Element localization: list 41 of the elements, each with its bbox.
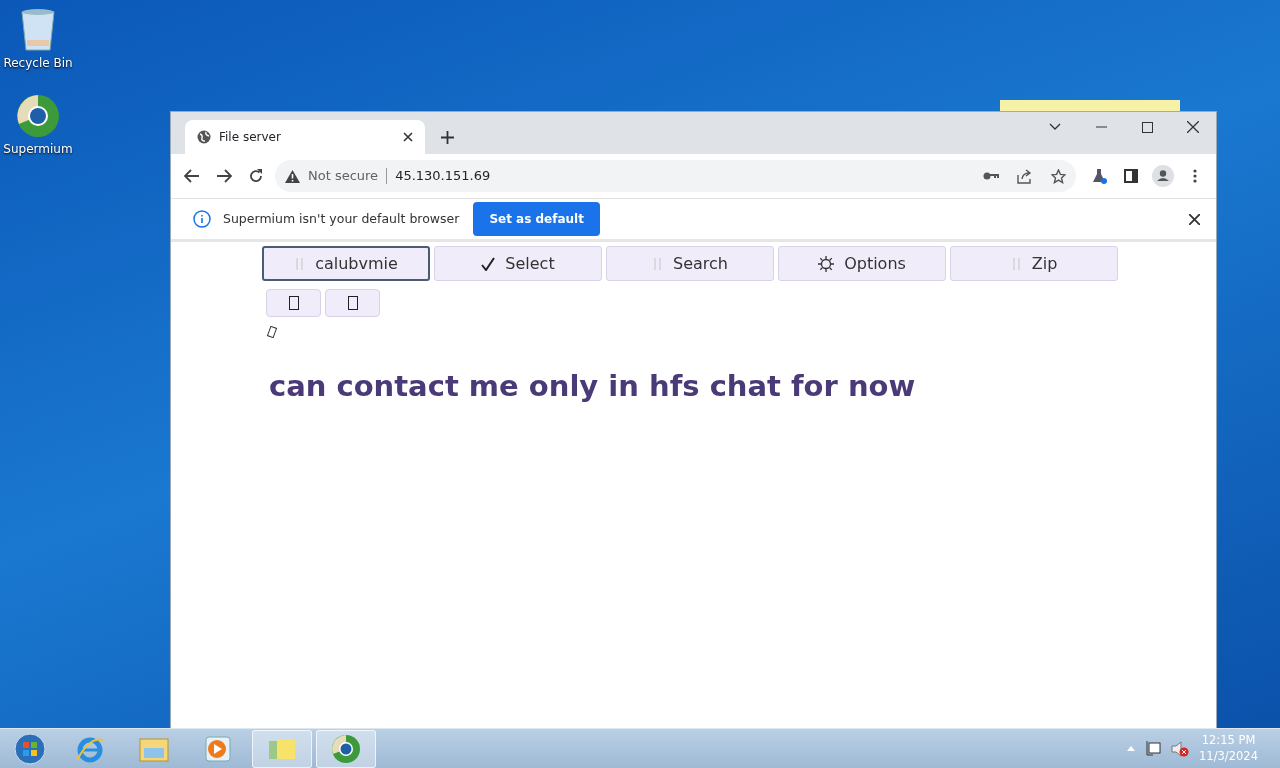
icon-button[interactable] <box>266 289 321 317</box>
address-bar[interactable]: Not secure 45.130.151.69 <box>275 160 1076 192</box>
toolbar-button[interactable]: calubvmie <box>262 246 430 281</box>
browser-tab[interactable]: File server <box>185 120 425 154</box>
toolbar-button[interactable]: Options <box>778 246 946 281</box>
set-default-button[interactable]: Set as default <box>473 202 600 236</box>
minimize-icon[interactable] <box>1095 126 1107 128</box>
placeholder-glyph-icon <box>288 296 299 310</box>
toolbar-button[interactable]: Zip <box>950 246 1118 281</box>
page-heading: can contact me only in hfs chat for now <box>269 368 917 405</box>
broken-image-icon <box>266 324 278 339</box>
star-icon[interactable] <box>1051 168 1066 184</box>
key-icon[interactable] <box>983 171 999 181</box>
info-icon <box>193 210 211 228</box>
tab-title: File server <box>219 129 281 146</box>
security-label: Not secure <box>308 167 379 186</box>
media-player-icon <box>203 733 233 764</box>
warning-icon <box>285 169 300 183</box>
browser-icon <box>331 733 361 764</box>
url-text: 45.130.151.69 <box>395 167 491 186</box>
bars-icon <box>294 255 306 272</box>
bars-icon <box>1010 255 1022 272</box>
close-icon[interactable] <box>1187 121 1199 133</box>
placeholder-glyph-icon <box>347 296 358 310</box>
toolbar-button[interactable]: Search <box>606 246 774 281</box>
bars-icon <box>652 255 663 272</box>
toolbar-button[interactable]: Select <box>434 246 602 281</box>
maximize-icon[interactable] <box>1141 121 1153 133</box>
check-icon <box>481 256 496 271</box>
close-icon[interactable] <box>1189 213 1200 225</box>
muted-speaker-icon[interactable] <box>1171 740 1190 757</box>
network-icon[interactable] <box>1145 740 1162 757</box>
icon-button[interactable] <box>325 289 380 317</box>
taskbar-button[interactable] <box>316 729 376 768</box>
globe-icon <box>197 130 211 144</box>
infobar-message: Supermium isn't your default browser <box>223 209 460 228</box>
gear-icon <box>818 255 835 272</box>
share-icon[interactable] <box>1017 168 1033 184</box>
profile-icon[interactable] <box>1150 163 1176 189</box>
new-tab-icon[interactable] <box>441 131 454 144</box>
close-icon[interactable] <box>403 132 413 142</box>
